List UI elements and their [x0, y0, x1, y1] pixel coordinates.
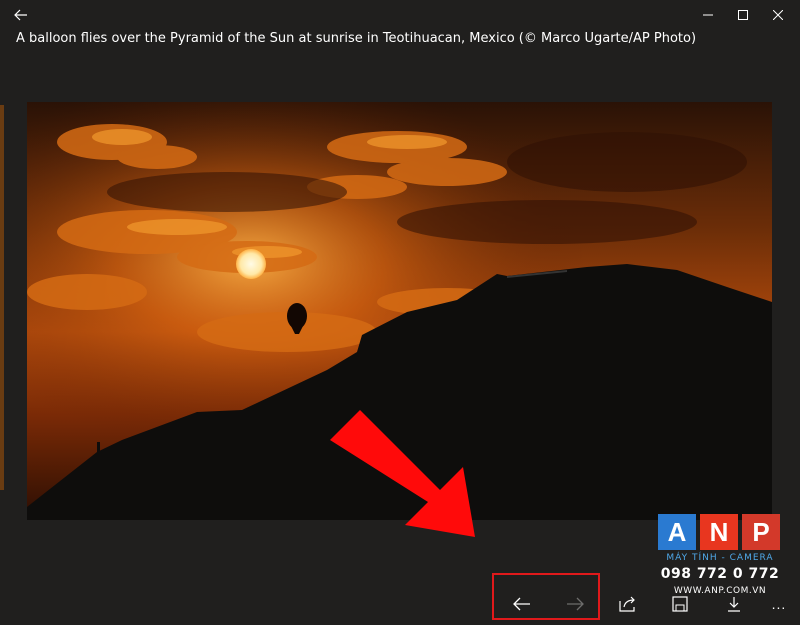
annotation-arrow — [330, 410, 475, 537]
maximize-button[interactable] — [725, 0, 761, 30]
anp-logo: A N P — [658, 514, 782, 550]
share-button[interactable] — [610, 590, 646, 618]
logo-letter: P — [742, 514, 780, 550]
minimize-button[interactable] — [690, 0, 726, 30]
logo-tagline: MÁY TÍNH - CAMERA — [666, 553, 774, 563]
anp-watermark: A N P MÁY TÍNH - CAMERA 098 772 0 772 WW… — [658, 514, 782, 610]
close-icon — [773, 10, 783, 20]
sun — [236, 249, 266, 279]
logo-letter: N — [700, 514, 738, 550]
window-edge — [0, 105, 4, 490]
maximize-icon — [738, 10, 748, 20]
minimize-icon — [703, 14, 713, 16]
title-bar — [0, 0, 800, 30]
photo-viewer-window: A balloon flies over the Pyramid of the … — [0, 0, 800, 625]
logo-letter: A — [658, 514, 696, 550]
logo-phone: 098 772 0 772 — [660, 566, 780, 582]
close-button[interactable] — [760, 0, 796, 30]
share-icon — [619, 596, 635, 612]
arrow-left-icon — [14, 9, 27, 21]
back-button[interactable] — [6, 3, 36, 27]
logo-website: WWW.ANP.COM.VN — [673, 586, 767, 596]
photo-caption: A balloon flies over the Pyramid of the … — [16, 31, 697, 46]
annotation-highlight-box — [492, 573, 600, 620]
